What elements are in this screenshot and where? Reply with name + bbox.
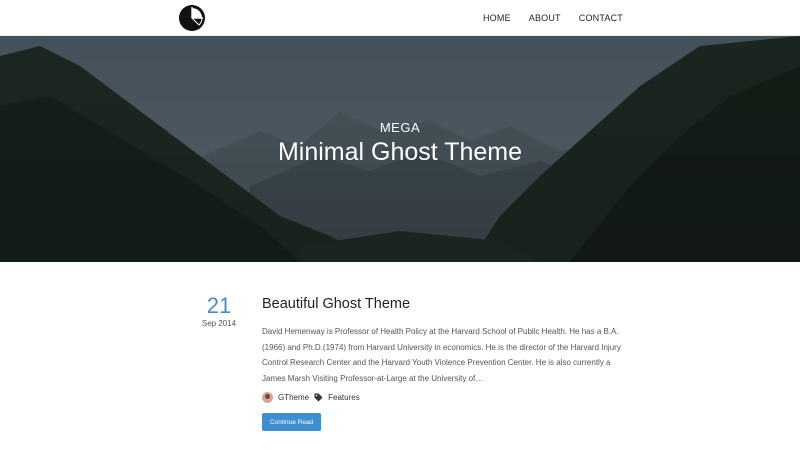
nav-contact-link[interactable]: CONTACT	[579, 13, 623, 23]
hero-title: Minimal Ghost Theme	[277, 138, 523, 166]
author-link[interactable]: GTheme	[278, 393, 309, 402]
post-date-month: Sep 2014	[201, 319, 237, 328]
main-nav: HOME ABOUT CONTACT	[483, 0, 623, 36]
post-excerpt: David Hemenway is Professor of Health Po…	[262, 327, 621, 383]
nav-about-link[interactable]: ABOUT	[529, 13, 561, 23]
top-navbar: HOME ABOUT CONTACT	[0, 0, 800, 36]
author-avatar[interactable]	[262, 391, 273, 403]
tag-link[interactable]: Features	[328, 393, 360, 402]
post-card: 21 Sep 2014 Beautiful Ghost Theme David …	[0, 262, 800, 455]
post-meta: GTheme Features	[262, 389, 360, 405]
pie-chart-logo-icon[interactable]	[178, 4, 206, 32]
post-date: 21 Sep 2014	[198, 293, 240, 329]
continue-read-button[interactable]: Continue Read	[262, 413, 321, 431]
hero-kicker: MEGA	[379, 120, 421, 135]
hero-banner: MEGA Minimal Ghost Theme	[0, 36, 800, 262]
post-title-link[interactable]: Beautiful Ghost Theme	[262, 296, 410, 312]
tag-icon	[314, 392, 323, 402]
hero-text: MEGA Minimal Ghost Theme	[0, 36, 800, 262]
nav-home-link[interactable]: HOME	[483, 13, 511, 23]
post-date-day: 21	[206, 293, 232, 318]
